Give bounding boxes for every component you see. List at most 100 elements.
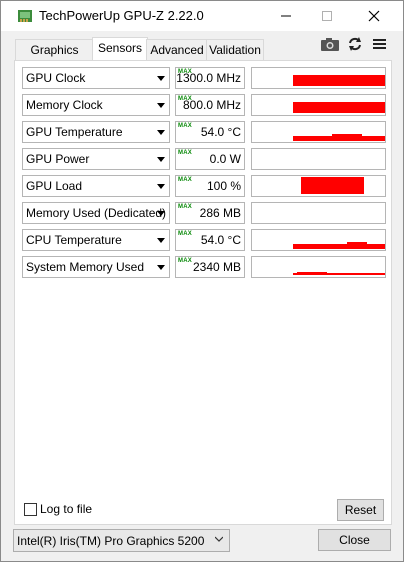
sensor-name: GPU Clock xyxy=(26,71,86,85)
gpuz-window: TechPowerUp GPU-Z 2.22.0 Graphics Card S… xyxy=(0,0,404,562)
sensor-row: GPU Clock MAX 1300.0 MHz xyxy=(22,67,388,89)
sensor-graph xyxy=(251,148,386,170)
sensor-value: 54.0 °C xyxy=(200,233,241,247)
sensor-select[interactable]: GPU Load xyxy=(22,175,170,197)
dropdown-arrow-icon xyxy=(157,211,165,216)
device-select[interactable]: Intel(R) Iris(TM) Pro Graphics 5200 xyxy=(13,529,230,552)
tab-graphics-card[interactable]: Graphics Card xyxy=(15,39,94,77)
max-tag: MAX xyxy=(178,231,192,237)
sensor-name: CPU Temperature xyxy=(26,233,122,247)
sensor-value-box: MAX 2340 MB xyxy=(175,256,245,278)
dropdown-arrow-icon xyxy=(157,157,165,162)
sensor-value: 2340 MB xyxy=(192,260,241,274)
sensor-value: 54.0 °C xyxy=(200,125,241,139)
sensor-select[interactable]: Memory Used (Dedicated) xyxy=(22,202,170,224)
tab-label: Sensors xyxy=(97,41,143,55)
chevron-down-icon xyxy=(215,536,223,542)
close-label: Close xyxy=(339,533,370,547)
dropdown-arrow-icon xyxy=(157,238,165,243)
tab-label: Advanced xyxy=(150,43,204,57)
sensor-value: 800.0 MHz xyxy=(182,98,241,112)
sensor-graph xyxy=(251,202,386,224)
sensor-row: GPU Power MAX 0.0 W xyxy=(22,148,388,170)
tab-validation[interactable]: Validation xyxy=(206,39,264,60)
tab-advanced[interactable]: Advanced xyxy=(146,39,208,60)
sensor-value-box: MAX 800.0 MHz xyxy=(175,94,245,116)
sensor-value: 100 % xyxy=(206,179,241,193)
tab-bar: Graphics Card Sensors Advanced Validatio… xyxy=(1,37,403,77)
sensor-name: Memory Used (Dedicated) xyxy=(26,206,167,220)
sensors-panel: GPU Clock MAX 1300.0 MHz Memory Clock MA… xyxy=(14,60,392,525)
sensor-value-box: MAX 54.0 °C xyxy=(175,229,245,251)
graph-fill xyxy=(332,134,362,137)
refresh-icon xyxy=(349,37,361,51)
sensor-value-box: MAX 286 MB xyxy=(175,202,245,224)
sensor-row: Memory Clock MAX 800.0 MHz xyxy=(22,94,388,116)
dropdown-arrow-icon xyxy=(157,265,165,270)
sensor-select[interactable]: System Memory Used xyxy=(22,256,170,278)
device-name: Intel(R) Iris(TM) Pro Graphics 5200 xyxy=(17,534,205,548)
screenshot-button[interactable] xyxy=(319,35,341,53)
graph-fill xyxy=(293,273,385,275)
graph-fill xyxy=(293,102,385,113)
max-tag: MAX xyxy=(178,150,192,156)
sensor-name: System Memory Used xyxy=(26,260,145,274)
graph-fill xyxy=(293,244,385,249)
graph-fill xyxy=(301,177,364,194)
sensor-value-box: MAX 100 % xyxy=(175,175,245,197)
sensor-select[interactable]: GPU Temperature xyxy=(22,121,170,143)
menu-icon xyxy=(373,39,386,49)
reset-button[interactable]: Reset xyxy=(337,499,384,521)
dropdown-arrow-icon xyxy=(157,103,165,108)
sensor-value-box: MAX 0.0 W xyxy=(175,148,245,170)
close-button[interactable]: Close xyxy=(318,529,391,551)
max-tag: MAX xyxy=(178,258,192,264)
dropdown-arrow-icon xyxy=(157,184,165,189)
sensor-value-box: MAX 1300.0 MHz xyxy=(175,67,245,89)
sensor-name: GPU Power xyxy=(26,152,90,166)
sensor-select[interactable]: GPU Power xyxy=(22,148,170,170)
max-tag: MAX xyxy=(178,123,192,129)
sensor-name: Memory Clock xyxy=(26,98,103,112)
maximize-button[interactable] xyxy=(304,1,350,31)
sensor-value: 1300.0 MHz xyxy=(176,71,241,85)
sensor-value: 0.0 W xyxy=(209,152,241,166)
minimize-icon xyxy=(281,15,291,17)
sensor-row: Memory Used (Dedicated) MAX 286 MB xyxy=(22,202,388,224)
sensor-select[interactable]: GPU Clock xyxy=(22,67,170,89)
sensor-graph xyxy=(251,256,386,278)
sensor-graph xyxy=(251,67,386,89)
gpuz-app-icon xyxy=(18,10,32,22)
window-title: TechPowerUp GPU-Z 2.22.0 xyxy=(39,8,204,23)
sensor-select[interactable]: CPU Temperature xyxy=(22,229,170,251)
title-bar[interactable]: TechPowerUp GPU-Z 2.22.0 xyxy=(1,1,403,31)
max-tag: MAX xyxy=(178,204,192,210)
sensor-row: GPU Load MAX 100 % xyxy=(22,175,388,197)
sensor-value: 286 MB xyxy=(199,206,241,220)
menu-button[interactable] xyxy=(372,35,388,53)
tab-sensors[interactable]: Sensors xyxy=(92,37,148,60)
sensor-select[interactable]: Memory Clock xyxy=(22,94,170,116)
reset-label: Reset xyxy=(344,503,377,517)
sensor-row: System Memory Used MAX 2340 MB xyxy=(22,256,388,278)
graph-fill xyxy=(347,242,367,245)
sensor-graph xyxy=(251,94,386,116)
sensor-name: GPU Load xyxy=(26,179,83,193)
log-label: Log to file xyxy=(40,502,93,516)
graph-fill xyxy=(297,272,327,273)
close-icon xyxy=(368,10,380,22)
close-window-button[interactable] xyxy=(351,1,397,31)
sensor-row: CPU Temperature MAX 54.0 °C xyxy=(22,229,388,251)
camera-icon xyxy=(321,38,339,51)
dropdown-arrow-icon xyxy=(157,76,165,81)
dropdown-arrow-icon xyxy=(157,130,165,135)
minimize-button[interactable] xyxy=(263,1,309,31)
log-checkbox[interactable] xyxy=(24,503,37,516)
sensor-graph xyxy=(251,121,386,143)
refresh-button[interactable] xyxy=(346,35,364,53)
sensor-graph xyxy=(251,175,386,197)
graph-fill xyxy=(293,75,385,86)
sensor-value-box: MAX 54.0 °C xyxy=(175,121,245,143)
sensor-name: GPU Temperature xyxy=(26,125,123,139)
max-tag: MAX xyxy=(178,177,192,183)
